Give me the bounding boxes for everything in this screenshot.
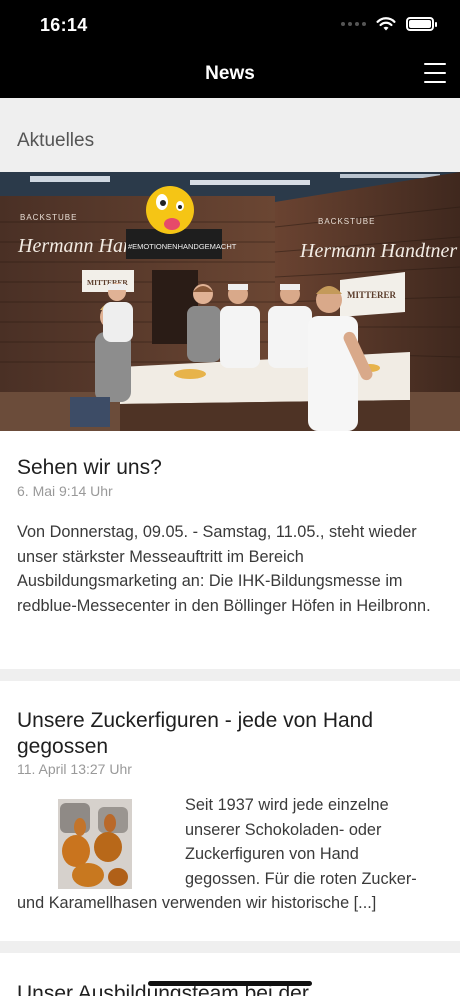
post-body-wrapped: Seit 1937 wird jede einzelne unserer Sch…: [185, 793, 450, 891]
home-indicator[interactable]: [148, 981, 312, 986]
post-title-line: gegossen: [17, 735, 109, 758]
section-title: Aktuelles: [17, 130, 95, 151]
post-date: 11. April 13:27 Uhr: [17, 761, 132, 777]
wifi-icon: [376, 17, 396, 31]
hamburger-menu-icon[interactable]: [424, 63, 446, 83]
post-body-line: gegossen. Für die roten Zucker-: [185, 869, 417, 888]
post-body-line: Seit 1937 wird jede einzelne: [185, 796, 389, 814]
news-card[interactable]: Unsere Zuckerfiguren - jede von Hand geg…: [0, 681, 460, 941]
image-text-backstube-left: BACKSTUBE: [20, 213, 77, 222]
image-text-backstube-right: BACKSTUBE: [318, 217, 375, 226]
post-body-line: und Karamellhasen verwenden wir historis…: [17, 894, 377, 912]
news-image-trade-fair: BACKSTUBE Hermann Handtner BACKSTUBE Her…: [0, 172, 460, 431]
post-body: Von Donnerstag, 09.05. - Samstag, 11.05.…: [17, 523, 431, 615]
navigation-bar: News: [0, 50, 460, 98]
image-text-mitterer-right: MITTERER: [347, 290, 397, 300]
image-text-hashtag: #EMOTIONENHANDGEMACHT: [128, 242, 237, 251]
status-bar: 16:14: [0, 0, 460, 50]
status-time: 16:14: [40, 15, 88, 35]
nav-title: News: [205, 63, 255, 84]
news-card[interactable]: Unser Ausbildungsteam bei der: [0, 953, 460, 996]
post-title-line: Unsere Zuckerfiguren - jede von Hand: [17, 709, 374, 732]
news-card[interactable]: BACKSTUBE Hermann Handtner BACKSTUBE Her…: [0, 172, 460, 669]
news-thumbnail-sugar-figures: [58, 799, 132, 889]
post-date: 6. Mai 9:14 Uhr: [17, 483, 113, 499]
battery-icon: [406, 17, 437, 31]
post-title[interactable]: Sehen wir uns?: [17, 455, 162, 481]
image-text-script-right: Hermann Handtner: [299, 240, 457, 262]
status-icons: [341, 16, 437, 32]
post-body-line: Zuckerfiguren von Hand: [185, 845, 359, 863]
post-title[interactable]: Unsere Zuckerfiguren - jede von Hand geg…: [17, 708, 373, 760]
cellular-signal-icon: [341, 22, 366, 26]
post-body-line: unserer Schokoladen- oder: [185, 820, 382, 839]
